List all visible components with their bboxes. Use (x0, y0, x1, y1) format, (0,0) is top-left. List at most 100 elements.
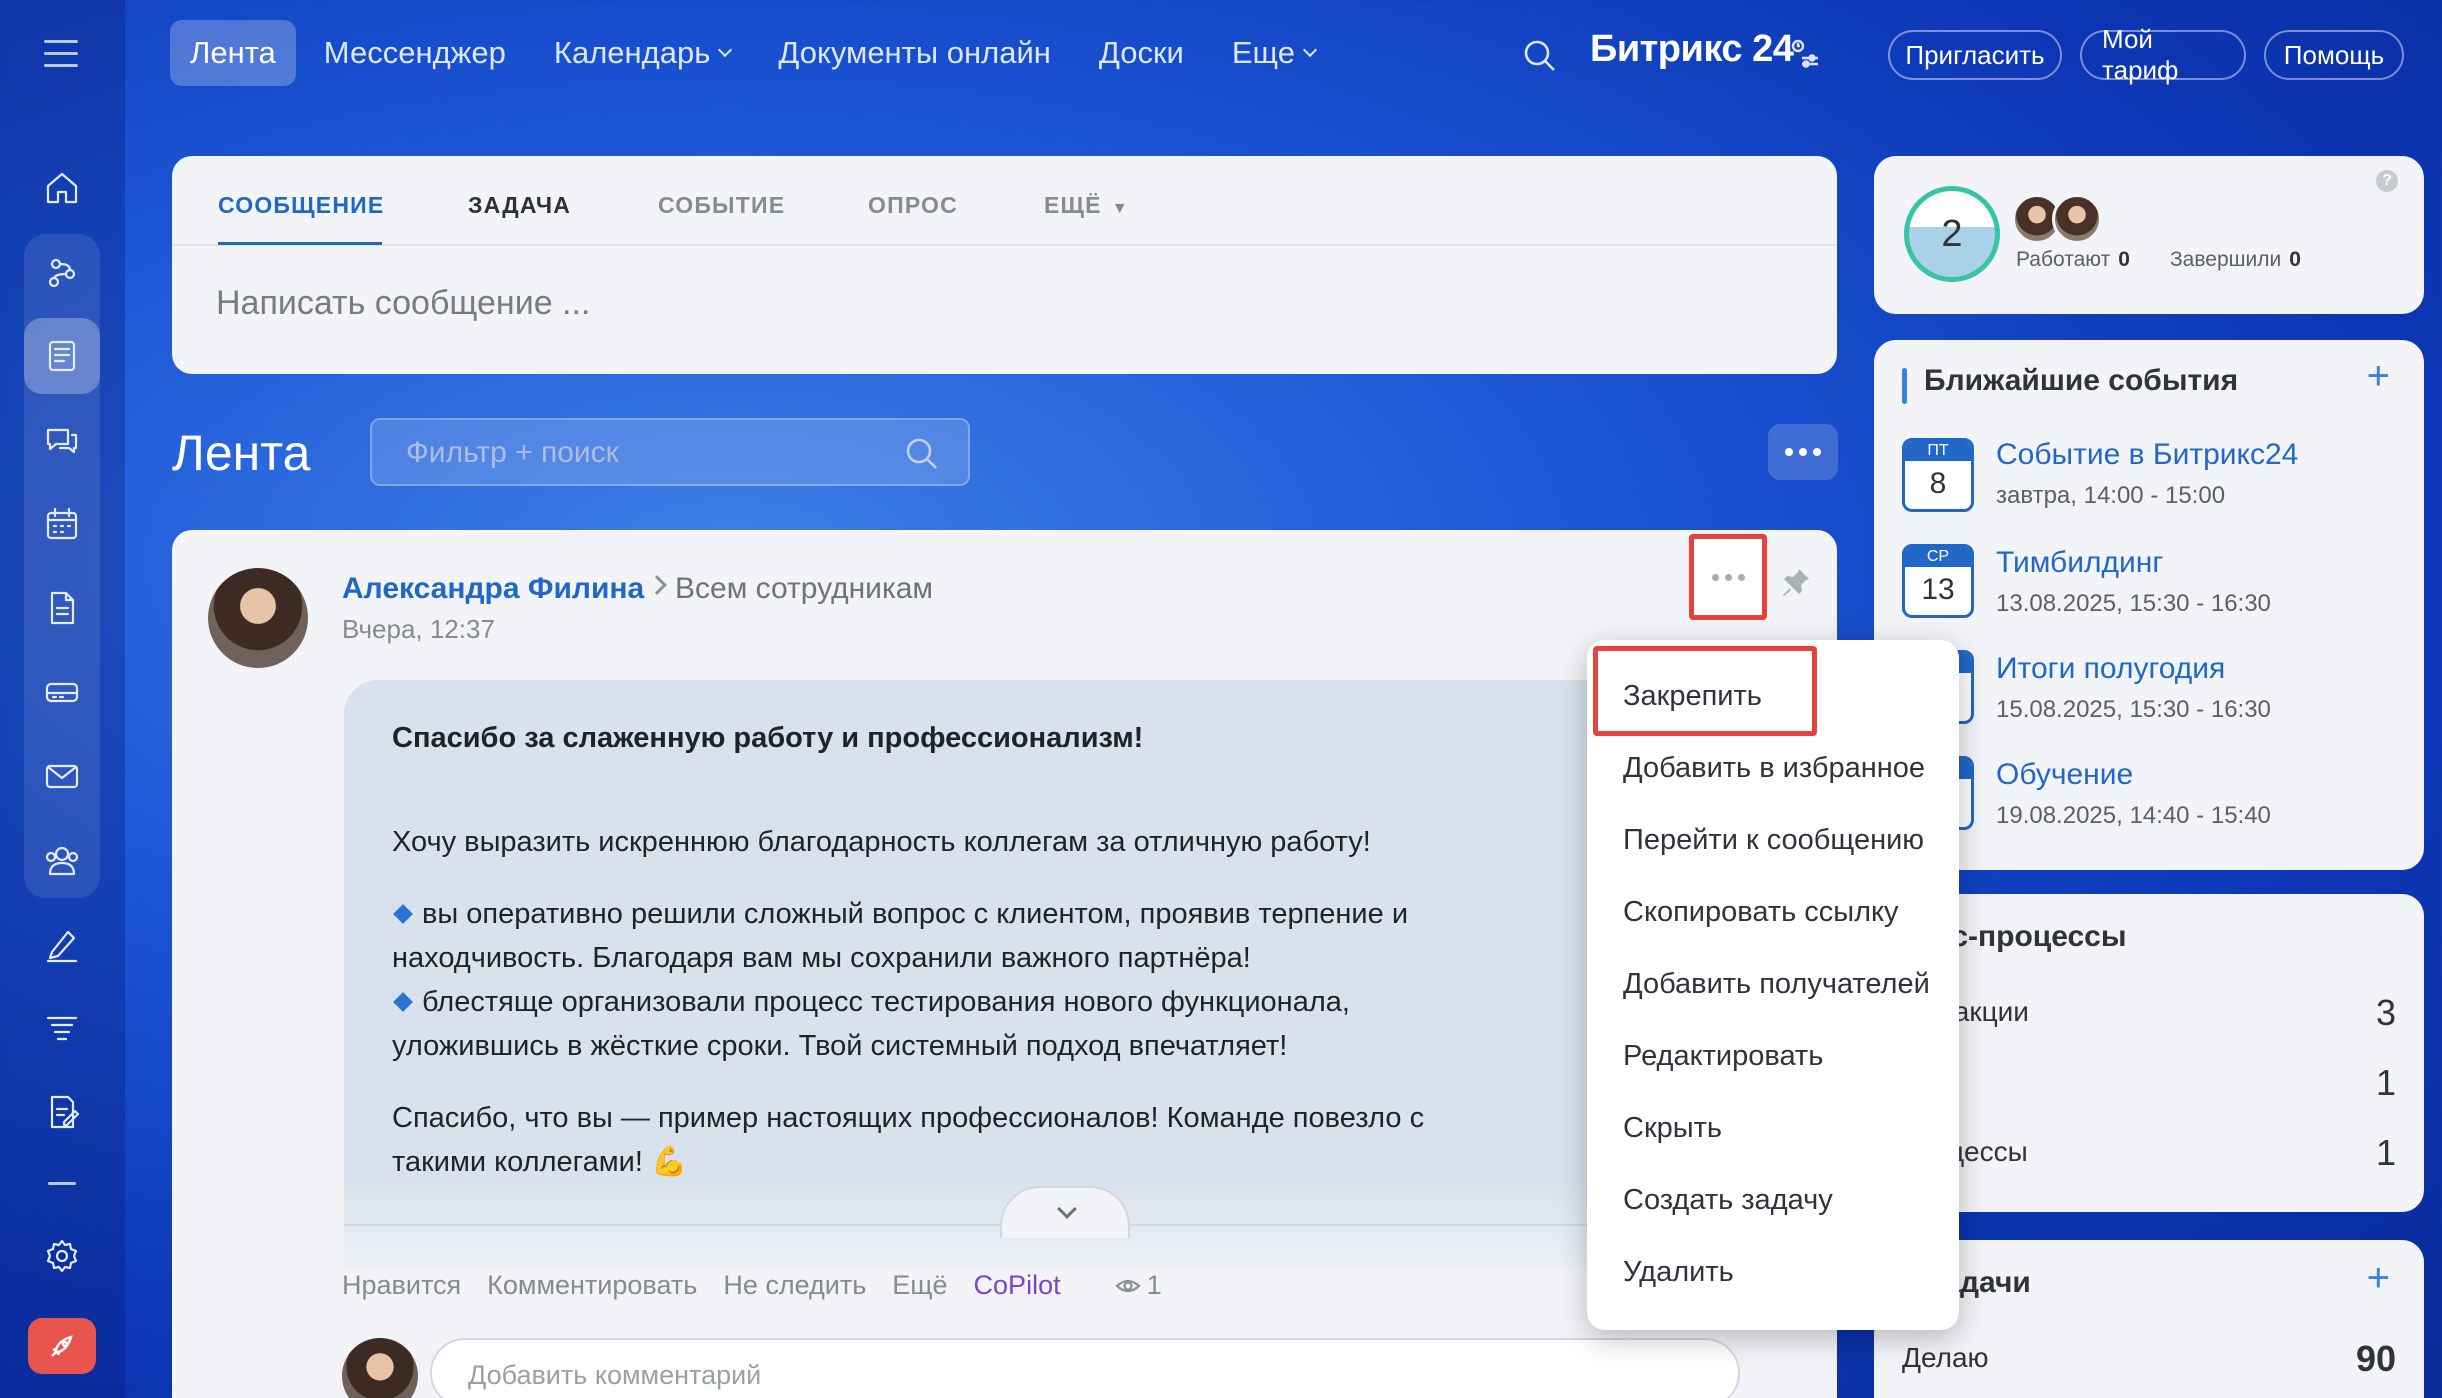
post-line: Спасибо, что вы — пример настоящих профе… (392, 1102, 1425, 1134)
menu-item-add-recipients[interactable]: Добавить получателей (1623, 968, 1930, 1001)
nav-boards[interactable]: Доски (1079, 20, 1204, 86)
menu-item-copy-link[interactable]: Скопировать ссылку (1623, 896, 1899, 929)
tab-event[interactable]: СОБЫТИЕ (658, 192, 785, 219)
bizproc-row[interactable]: т реакции 3 (1902, 992, 2396, 1033)
author-avatar[interactable] (208, 568, 308, 668)
menu-item-create-task[interactable]: Создать задачу (1623, 1184, 1833, 1217)
tasks-row[interactable]: Делаю 90 (1902, 1338, 2396, 1379)
tab-more-label: ЕЩЁ (1044, 192, 1102, 218)
expand-post-button[interactable] (1000, 1186, 1130, 1238)
filter-search-input[interactable]: Фильтр + поиск (370, 418, 970, 486)
tab-poll[interactable]: ОПРОС (868, 192, 958, 219)
tariff-button[interactable]: Мой тариф (2080, 24, 2246, 85)
brand-logo: Битрикс 24 (1590, 28, 1794, 70)
event-title[interactable]: Обучение (1996, 758, 2133, 792)
tasks-icon[interactable] (24, 1074, 100, 1150)
finished-label: Завершили (2170, 248, 2282, 271)
feed-more-button[interactable] (1768, 424, 1838, 480)
nav-documents[interactable]: Документы онлайн (758, 20, 1071, 86)
post-context-menu: Закрепить Добавить в избранное Перейти к… (1587, 640, 1959, 1330)
chat-icon[interactable] (24, 402, 100, 478)
event-date-badge: СР 13 (1902, 544, 1974, 618)
presence-widget: 2 Работают 0 Завершили 0 ? (1874, 156, 2424, 314)
home-icon[interactable] (24, 150, 100, 226)
feed-icon[interactable] (24, 318, 100, 394)
filter-icon[interactable] (24, 990, 100, 1066)
nav-messenger-label: Мессенджер (323, 35, 506, 70)
sign-icon[interactable] (24, 906, 100, 982)
calendar-icon[interactable] (24, 486, 100, 562)
bizproc-row[interactable]: И1 (1902, 1062, 2396, 1103)
employee-avatar[interactable] (2052, 194, 2102, 244)
post-more-button[interactable] (1689, 534, 1767, 620)
menu-item-pin[interactable]: Закрепить (1623, 680, 1762, 713)
flow-icon[interactable] (24, 234, 100, 310)
message-input[interactable]: Написать сообщение ... (216, 284, 590, 323)
like-button[interactable]: Нравится (342, 1270, 461, 1301)
menu-item-hide[interactable]: Скрыть (1623, 1112, 1722, 1145)
pin-icon[interactable] (1780, 566, 1816, 602)
tab-message[interactable]: СООБЩЕНИЕ (218, 192, 384, 219)
event-time: 19.08.2025, 14:40 - 15:40 (1996, 802, 2271, 829)
post-author[interactable]: Александра Филина (342, 572, 644, 606)
post-time[interactable]: Вчера, 12:37 (342, 614, 495, 645)
rocket-icon[interactable] (28, 1318, 96, 1374)
finished-stat: Завершили 0 (2170, 248, 2301, 272)
search-icon[interactable] (902, 434, 942, 474)
nav-messenger[interactable]: Мессенджер (304, 20, 526, 86)
bizproc-count: 1 (2375, 1132, 2396, 1173)
presence-ring[interactable]: 2 (1904, 186, 2000, 282)
left-sidebar (0, 0, 125, 1398)
team-icon[interactable] (24, 822, 100, 898)
help-button[interactable]: Помощь (2264, 30, 2404, 80)
bizproc-count: 1 (2375, 1062, 2396, 1103)
clock-settings-icon[interactable] (1790, 38, 1828, 76)
tab-task[interactable]: ЗАДАЧА (468, 192, 571, 219)
more-actions-button[interactable]: Ещё (892, 1270, 947, 1301)
post-line-text: блестяще организовали процесс тестирован… (422, 986, 1350, 1018)
event-title[interactable]: Событие в Битрикс24 (1996, 438, 2298, 472)
mail-icon[interactable] (24, 738, 100, 814)
title-accent (1902, 368, 1907, 404)
document-icon[interactable] (24, 570, 100, 646)
working-count: 0 (2118, 248, 2130, 271)
nav-feed[interactable]: Лента (170, 20, 296, 86)
filter-search-placeholder: Фильтр + поиск (406, 436, 619, 469)
event-day: 13 (1921, 573, 1955, 606)
eye-icon (1114, 1279, 1141, 1292)
event-time: 15.08.2025, 15:30 - 16:30 (1996, 696, 2271, 723)
chevron-down-icon (718, 42, 733, 58)
drive-icon[interactable] (24, 654, 100, 730)
event-title[interactable]: Тимбилдинг (1996, 546, 2163, 580)
search-icon[interactable] (1520, 36, 1560, 76)
bizproc-count: 3 (2375, 992, 2396, 1033)
menu-item-edit[interactable]: Редактировать (1623, 1040, 1823, 1073)
more-dots-icon (1785, 448, 1821, 456)
bizproc-row[interactable]: процессы 1 (1902, 1132, 2396, 1173)
post-line-text: вы оперативно решили сложный вопрос с кл… (422, 898, 1409, 930)
menu-burger-icon[interactable] (44, 40, 78, 76)
menu-item-go-to-message[interactable]: Перейти к сообщению (1623, 824, 1924, 857)
unfollow-button[interactable]: Не следить (723, 1270, 866, 1301)
invite-button[interactable]: Пригласить (1888, 30, 2062, 80)
tab-more[interactable]: ЕЩЁ ▼ (1044, 192, 1129, 219)
nav-feed-label: Лента (190, 35, 276, 70)
event-title[interactable]: Итоги полугодия (1996, 652, 2225, 686)
nav-calendar[interactable]: Календарь (534, 20, 750, 86)
nav-documents-label: Документы онлайн (778, 35, 1051, 70)
help-icon[interactable]: ? (2376, 170, 2398, 192)
menu-item-delete[interactable]: Удалить (1623, 1256, 1734, 1289)
nav-more[interactable]: Еще (1212, 20, 1335, 86)
working-label: Работают (2016, 248, 2111, 271)
top-navigation: Лента Мессенджер Календарь Документы онл… (170, 20, 1343, 86)
copilot-button[interactable]: CoPilot (974, 1270, 1061, 1301)
add-task-icon[interactable]: + (2367, 1256, 2390, 1301)
settings-icon[interactable] (24, 1218, 100, 1294)
comment-input[interactable]: Добавить комментарий (430, 1338, 1740, 1398)
comment-button[interactable]: Комментировать (487, 1270, 697, 1301)
tasks-label: Делаю (1902, 1342, 1989, 1373)
menu-item-favorite[interactable]: Добавить в избранное (1623, 752, 1925, 785)
post-line: уложившись в жёсткие сроки. Твой системн… (392, 1030, 1288, 1062)
post-recipient[interactable]: Всем сотрудникам (675, 572, 933, 606)
add-event-icon[interactable]: + (2367, 354, 2390, 399)
